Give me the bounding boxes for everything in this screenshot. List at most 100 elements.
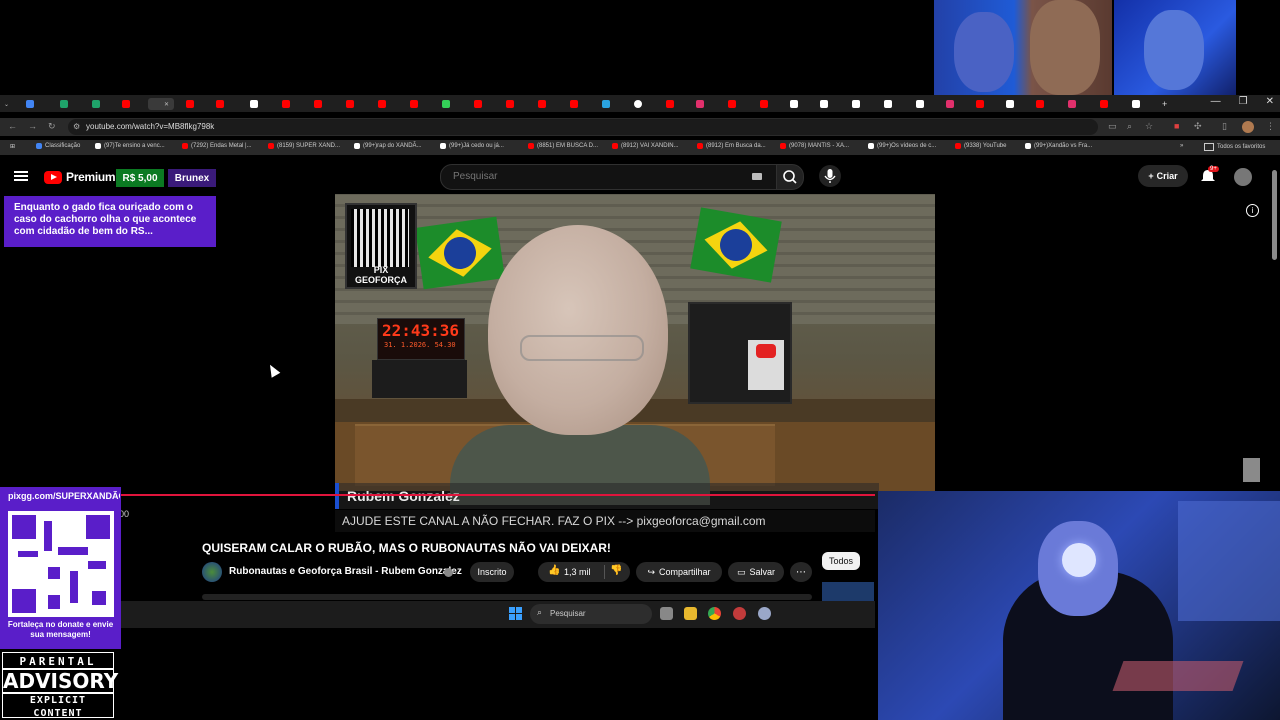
cast-icon[interactable]: ▭ (1108, 121, 1117, 132)
thumbs-up-icon[interactable]: 👍 (548, 565, 560, 576)
chrome-icon[interactable] (708, 607, 721, 620)
apps-icon[interactable]: ⊞ (10, 143, 15, 150)
keyboard-icon[interactable] (752, 173, 762, 180)
bookmark-item[interactable]: (9078) MANTIS - XA... (780, 143, 849, 149)
bookmark-item[interactable]: (8159) SUPER XAND... (268, 143, 340, 149)
search-input[interactable] (451, 170, 735, 183)
description-box[interactable] (202, 594, 812, 600)
search-box[interactable] (440, 164, 777, 190)
create-label: Criar (1156, 171, 1178, 181)
user-badge: Brunex (168, 169, 216, 187)
url-text: youtube.com/watch?v=MB8flkg798k (86, 122, 215, 131)
parental-advisory-logo: PARENTAL ADVISORY EXPLICIT CONTENT (2, 652, 119, 719)
bookmark-item[interactable]: Classificação (36, 143, 80, 149)
zoom-icon[interactable]: ⌕ (1127, 121, 1132, 132)
presenter (450, 225, 710, 505)
extensions-icon[interactable]: ✣ (1194, 121, 1202, 132)
video-title: QUISERAM CALAR O RUBÃO, MAS O RUBONAUTAS… (202, 541, 611, 555)
info-icon[interactable]: i (1246, 204, 1259, 217)
like-count: 1,3 mil (564, 567, 591, 577)
pix-banner: AJUDE ESTE CANAL A NÃO FECHAR. FAZ O PIX… (335, 510, 875, 532)
file-explorer-icon[interactable] (684, 607, 697, 620)
bookmark-item[interactable]: (8912) VAI XANDIN... (612, 143, 679, 149)
led-clock: 22:43:36 31. 1.2026. 54.30 (377, 318, 465, 360)
bookmark-icon: ▭ (736, 566, 746, 577)
all-favorites-folder[interactable]: Todos os favoritos (1204, 143, 1265, 151)
task-view-icon[interactable] (660, 607, 673, 620)
settings-icon[interactable] (758, 607, 771, 620)
channel-avatar[interactable] (202, 562, 222, 582)
maximize-button[interactable]: ❐ (1239, 96, 1248, 107)
pix-qr-label: PIX GEOFORÇA (354, 265, 407, 285)
active-tab[interactable]: ✕ (148, 98, 174, 110)
new-tab-button[interactable]: + (1162, 98, 1167, 110)
windows-start-icon[interactable] (509, 607, 522, 620)
filter-chip-all[interactable]: Todos (822, 552, 860, 570)
search-icon: ⌕ (537, 607, 543, 617)
tab-list-icon[interactable]: ⌄ (4, 98, 9, 110)
youtube-logo-text: Premium (66, 170, 116, 184)
like-dislike-bar[interactable]: 👍 1,3 mil 👎 (538, 562, 630, 582)
clock-date: 31. 1.2026. 54.30 (384, 341, 456, 349)
close-window-button[interactable]: ✕ (1266, 96, 1274, 107)
youtube-logo[interactable]: Premium BR (44, 170, 124, 184)
create-button[interactable]: + Criar (1138, 165, 1188, 187)
pix-banner-text: AJUDE ESTE CANAL A NÃO FECHAR. FAZ O PIX… (342, 514, 766, 528)
bookmark-item[interactable]: (97)Te ensino a venc... (95, 143, 165, 149)
webcam-top-right (1114, 0, 1236, 95)
profile-avatar[interactable] (1242, 121, 1254, 133)
advisory-top: PARENTAL (19, 655, 97, 668)
equipment-box (372, 360, 467, 398)
browser-tab-strip: ⌄ ✕ + (0, 95, 1280, 112)
share-button[interactable]: ↪ Compartilhar (636, 562, 722, 582)
thumbs-down-icon[interactable]: 👎 (610, 565, 622, 576)
video-progress-bar[interactable] (120, 494, 875, 496)
save-button[interactable]: ▭ Salvar (728, 562, 784, 582)
bookmark-item[interactable]: (7292) Endas Metal |... (182, 143, 252, 149)
sidepanel-icon[interactable]: ▯ (1222, 121, 1227, 132)
donation-url: pixgg.com/SUPERXANDÃO (8, 491, 120, 501)
account-avatar[interactable] (1234, 168, 1252, 186)
taskbar-search[interactable]: ⌕ Pesquisar (530, 604, 652, 624)
forward-icon[interactable]: → (28, 121, 37, 131)
back-icon[interactable]: ← (8, 121, 17, 131)
window-controls: — ❐ ✕ (1211, 96, 1274, 107)
menu-hamburger-icon[interactable] (14, 171, 28, 181)
site-info-icon[interactable]: ⚙ (73, 122, 80, 131)
bookmarks-overflow-icon[interactable]: » (1180, 143, 1183, 149)
subscribe-button[interactable]: Inscrito (470, 562, 514, 582)
bookmark-item[interactable]: (8851) EM BUSCA D... (528, 143, 598, 149)
extension-icon[interactable]: ■ (1174, 121, 1179, 131)
bookmark-item[interactable]: (99+)Os vídeos de c... (868, 143, 936, 149)
address-bar-row: ← → ↻ ⚙ youtube.com/watch?v=MB8flkg798k … (0, 118, 1280, 136)
pix-qr-code: PIX GEOFORÇA (345, 203, 417, 289)
bookmark-item[interactable]: (99+)Xandão vs Fra... (1025, 143, 1092, 149)
channel-name[interactable]: Rubonautas e Geoforça Brasil - Rubem Gon… (229, 566, 462, 577)
side-thumbnail[interactable] (1243, 458, 1260, 482)
clock-time: 22:43:36 (382, 321, 460, 340)
search-button[interactable] (776, 164, 804, 190)
share-icon: ↪ (647, 566, 655, 577)
voice-search-button[interactable] (819, 165, 841, 187)
reload-icon[interactable]: ↻ (48, 121, 56, 132)
notification-count-badge: 9+ (1208, 166, 1219, 172)
share-label: Compartilhar (659, 567, 711, 577)
donation-qr-code (8, 511, 114, 617)
menu-kebab-icon[interactable]: ⋮ (1266, 121, 1275, 132)
microphone-icon (824, 169, 836, 183)
advisory-mid: ADVISORY (3, 668, 119, 694)
bookmark-item[interactable]: (9338) YouTube (955, 143, 1006, 149)
more-options-button[interactable]: ⋯ (790, 562, 812, 582)
page-scrollbar[interactable] (1272, 170, 1277, 260)
bookmark-item[interactable]: (8912) Em Busca da... (697, 143, 766, 149)
bookmark-item[interactable]: (99+)Já cedo ou já... (440, 143, 504, 149)
advisory-bottom: EXPLICIT CONTENT (29, 695, 87, 719)
related-video-thumbnail[interactable] (822, 582, 874, 602)
minimize-button[interactable]: — (1211, 96, 1221, 107)
youtube-plaque (748, 340, 784, 390)
app-icon[interactable] (733, 607, 746, 620)
bookmark-star-icon[interactable]: ☆ (1145, 121, 1153, 132)
save-label: Salvar (749, 567, 776, 577)
url-field[interactable]: ⚙ youtube.com/watch?v=MB8flkg798k (68, 119, 1098, 135)
bookmark-item[interactable]: (99+)rap do XANDÃ... (354, 143, 422, 149)
